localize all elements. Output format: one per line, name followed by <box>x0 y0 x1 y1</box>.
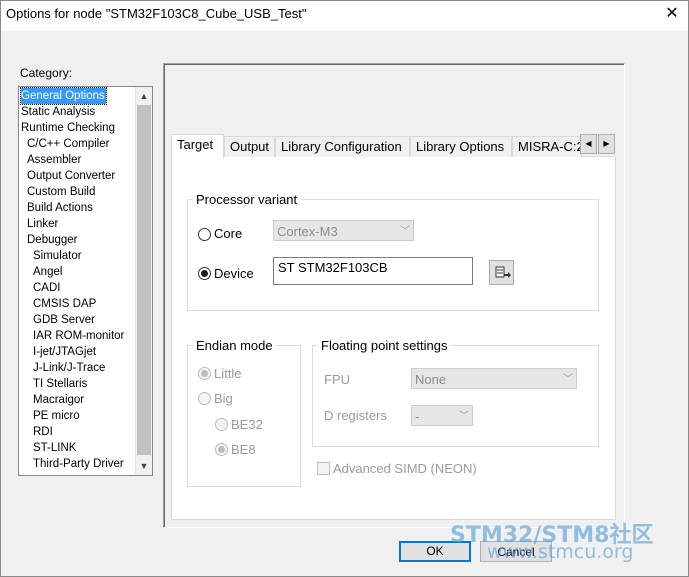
category-item[interactable]: Simulator <box>33 248 82 264</box>
category-item[interactable]: RDI <box>33 424 53 440</box>
scroll-down-icon[interactable]: ▼ <box>136 458 152 474</box>
fpu-combo[interactable]: None ﹀ <box>411 368 577 389</box>
floating-point-group <box>312 345 599 447</box>
device-label[interactable]: Device <box>214 266 254 281</box>
category-item[interactable]: Static Analysis <box>21 104 95 120</box>
tab-misra-c-2[interactable]: MISRA-C:2 <box>512 136 582 157</box>
category-item[interactable]: Assembler <box>27 152 81 168</box>
category-item[interactable]: C/C++ Compiler <box>27 136 109 152</box>
fpu-value: None <box>415 372 447 387</box>
tab-scroll-left-icon[interactable]: ◀ <box>580 134 597 154</box>
close-icon[interactable]: ✕ <box>660 2 684 26</box>
be32-radio[interactable] <box>215 418 228 431</box>
advanced-simd-checkbox[interactable] <box>317 462 330 475</box>
category-item[interactable]: General Options <box>20 87 107 105</box>
core-label[interactable]: Core <box>214 226 242 241</box>
category-item[interactable]: Output Converter <box>27 168 115 184</box>
category-item[interactable]: Custom Build <box>27 184 95 200</box>
scroll-up-icon[interactable]: ▲ <box>136 88 152 104</box>
core-value: Cortex-M3 <box>277 224 338 239</box>
be32-label[interactable]: BE32 <box>231 417 263 432</box>
chevron-down-icon: ﹀ <box>400 226 410 237</box>
category-item[interactable]: Third-Party Driver <box>33 456 124 472</box>
category-item[interactable]: IAR ROM-monitor <box>33 328 124 344</box>
category-item[interactable]: Runtime Checking <box>21 120 115 136</box>
category-scrollbar[interactable]: ▲ ▼ <box>135 87 152 475</box>
big-radio[interactable] <box>198 392 211 405</box>
core-radio[interactable] <box>198 228 211 241</box>
d-registers-value: - <box>415 409 420 424</box>
category-item[interactable]: ST-LINK <box>33 440 76 456</box>
device-field[interactable]: ST STM32F103CB <box>273 257 473 285</box>
tab-scroll-right-icon[interactable]: ▶ <box>598 134 615 154</box>
core-combo[interactable]: Cortex-M3 ﹀ <box>273 220 414 241</box>
be8-label[interactable]: BE8 <box>231 442 256 457</box>
big-label[interactable]: Big <box>214 391 233 406</box>
tab-library-options[interactable]: Library Options <box>410 136 512 157</box>
category-label: Category: <box>20 66 73 80</box>
category-item[interactable]: Angel <box>33 264 62 280</box>
d-registers-label: D registers <box>324 408 387 423</box>
processor-variant-legend: Processor variant <box>193 192 301 207</box>
category-item[interactable]: Macraigor <box>33 392 84 408</box>
advanced-simd-label[interactable]: Advanced SIMD (NEON) <box>333 461 477 476</box>
category-item[interactable]: CADI <box>33 280 60 296</box>
category-item[interactable]: Linker <box>27 216 58 232</box>
window-title: Options for node "STM32F103C8_Cube_USB_T… <box>6 6 307 21</box>
device-radio[interactable] <box>198 267 211 280</box>
tab-library-configuration[interactable]: Library Configuration <box>275 136 410 157</box>
category-item[interactable]: Debugger <box>27 232 78 248</box>
chevron-down-icon: ﹀ <box>563 374 573 385</box>
device-database-icon <box>495 266 511 278</box>
tab-output[interactable]: Output <box>224 136 275 157</box>
be8-radio[interactable] <box>215 443 228 456</box>
tab-target[interactable]: Target <box>171 134 224 158</box>
device-select-button[interactable] <box>489 260 514 285</box>
category-item[interactable]: TI Stellaris <box>33 376 87 392</box>
scrollbar-thumb[interactable] <box>137 105 151 455</box>
endian-mode-legend: Endian mode <box>193 338 276 353</box>
category-item[interactable]: CMSIS DAP <box>33 296 96 312</box>
category-item[interactable]: J-Link/J-Trace <box>33 360 105 376</box>
chevron-down-icon: ﹀ <box>459 411 469 422</box>
little-label[interactable]: Little <box>214 366 241 381</box>
watermark-url: www.stmcu.org <box>487 541 634 563</box>
category-list[interactable]: Third-Party Driver ST-LINK RDI PE micro Macr… <box>18 86 153 476</box>
category-item[interactable]: Build Actions <box>27 200 93 216</box>
category-item[interactable]: I-jet/JTAGjet <box>33 344 96 360</box>
little-radio[interactable] <box>198 367 211 380</box>
floating-point-legend: Floating point settings <box>318 338 451 353</box>
category-item[interactable]: PE micro <box>33 408 80 424</box>
processor-variant-group <box>187 199 599 311</box>
d-registers-combo[interactable]: - ﹀ <box>411 405 473 426</box>
category-item[interactable]: GDB Server <box>33 312 95 328</box>
fpu-label: FPU <box>324 372 350 387</box>
